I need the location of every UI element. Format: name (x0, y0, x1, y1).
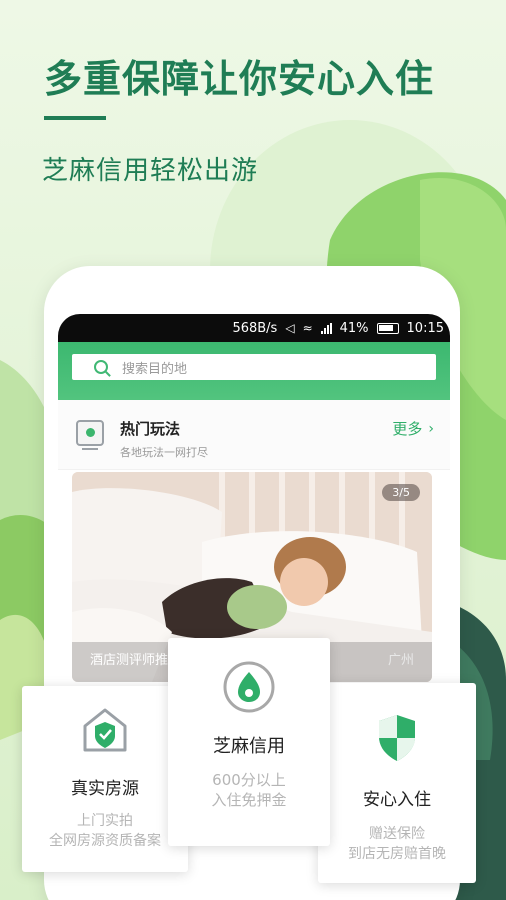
wifi-icon: ≈ (302, 321, 313, 335)
feature-title: 芝麻信用 (213, 736, 285, 757)
feature-card-sesame-credit: 芝麻信用 600分以上 入住免押金 (168, 638, 330, 846)
feature-line-1: 600分以上 (212, 771, 286, 789)
clock: 10:15 (406, 320, 444, 336)
signal-icon (320, 322, 332, 334)
feature-line-1: 上门实拍 (77, 813, 133, 829)
search-header: 搜索目的地 (58, 342, 450, 400)
search-input[interactable]: 搜索目的地 (72, 354, 436, 380)
more-link[interactable]: 更多 › (392, 418, 434, 439)
feature-title: 安心入住 (363, 790, 431, 810)
section-subtitle: 各地玩法一网打尽 (120, 446, 208, 459)
status-bar: 568B/s ◁ ≈ 41% 10:15 (58, 314, 450, 342)
sesame-credit-icon (223, 661, 275, 713)
feature-card-real-listings: 真实房源 上门实拍 全网房源资质备案 (22, 686, 188, 872)
search-placeholder: 搜索目的地 (122, 361, 188, 377)
feature-line-2: 全网房源资质备案 (49, 833, 161, 849)
feature-title: 真实房源 (71, 779, 139, 799)
mute-icon: ◁ (285, 321, 295, 335)
banner-location: 广州 (387, 653, 414, 668)
battery-icon (376, 322, 399, 334)
chevron-right-icon: › (428, 420, 434, 437)
feature-line-2: 到店无房赔首晚 (348, 846, 446, 862)
network-speed: 568B/s (232, 320, 278, 336)
section-title: 热门玩法 (120, 420, 181, 438)
battery-level: 41% (339, 320, 369, 336)
subheadline: 芝麻信用轻松出游 (42, 156, 259, 186)
headline: 多重保障让你安心入住 (44, 57, 435, 101)
more-label: 更多 (392, 420, 423, 438)
feature-card-safe-stay: 安心入住 赠送保险 到店无房赔首晚 (318, 683, 476, 883)
headline-divider (44, 116, 106, 120)
search-icon (94, 360, 108, 374)
popular-section-header: 热门玩法 各地玩法一网打尽 更多 › (58, 400, 450, 470)
feature-line-2: 入住免押金 (211, 791, 287, 809)
house-check-icon (83, 708, 127, 752)
shield-icon (379, 715, 415, 761)
feature-line-1: 赠送保险 (369, 826, 425, 842)
tv-icon (76, 420, 104, 450)
pager-indicator: 3/5 (382, 484, 420, 501)
